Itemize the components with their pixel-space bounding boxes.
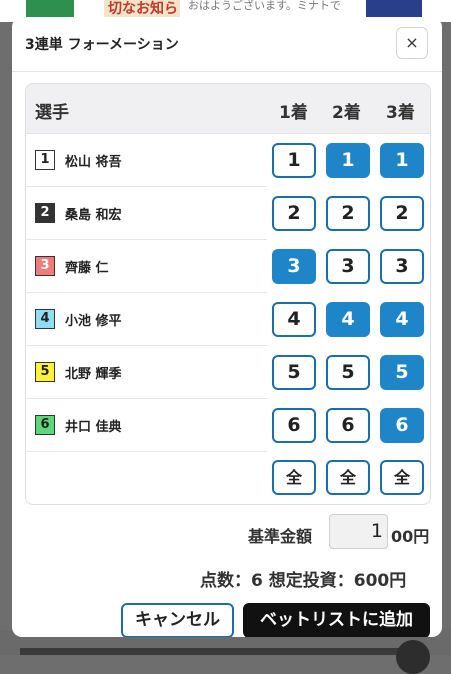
second-place-toggle[interactable]: 1 — [326, 143, 370, 178]
boat-number-badge: 2 — [35, 203, 55, 223]
base-amount-row: 基準金額 1 00円 — [12, 514, 442, 550]
add-to-bet-list-button[interactable]: ベットリストに追加 — [243, 603, 430, 637]
second-place-toggle[interactable]: 5 — [326, 355, 370, 390]
third-place-toggle[interactable]: 1 — [380, 143, 424, 178]
first-place-toggle[interactable]: 3 — [272, 249, 316, 284]
third-place-toggle[interactable]: 5 — [380, 355, 424, 390]
first-place-toggle[interactable]: 6 — [272, 408, 316, 443]
third-place-toggle[interactable]: 2 — [380, 196, 424, 231]
third-place-toggle[interactable]: 6 — [380, 408, 424, 443]
player-name: 井口 佳典 — [65, 420, 122, 435]
boat-number-badge: 3 — [35, 256, 55, 276]
third-place-toggle[interactable]: 4 — [380, 302, 424, 337]
player-name: 齊藤 仁 — [65, 261, 109, 276]
first-place-toggle[interactable]: 2 — [272, 196, 316, 231]
formation-modal: 3連単 フォーメーション × 選手 1着 2着 3着 1 松山 将吾 1 1 1 2 桑島 … — [12, 17, 442, 637]
third-place-toggle[interactable]: 3 — [380, 249, 424, 284]
boat-number-badge: 6 — [35, 415, 55, 435]
player-name: 小池 修平 — [65, 314, 122, 329]
cancel-button[interactable]: キャンセル — [121, 603, 234, 637]
table-row: 6 井口 佳典 6 6 6 — [26, 399, 430, 452]
background-fab — [396, 640, 430, 674]
modal-header: 3連単 フォーメーション × — [12, 17, 442, 72]
modal-title: 3連単 フォーメーション — [25, 37, 179, 53]
first-place-toggle[interactable]: 4 — [272, 302, 316, 337]
second-place-toggle[interactable]: 6 — [326, 408, 370, 443]
player-name: 北野 輝季 — [65, 367, 122, 382]
header-player: 選手 — [35, 103, 69, 123]
table-row: 3 齊藤 仁333 — [26, 240, 430, 293]
select-all-third[interactable]: 全 — [380, 460, 424, 495]
table-row: 4 小池 修平 4 4 4 — [26, 293, 430, 346]
boat-number-badge: 1 — [35, 150, 55, 170]
boat-number-badge: 5 — [35, 362, 55, 382]
base-amount-label: 基準金額 — [248, 527, 313, 546]
select-all-second[interactable]: 全 — [326, 460, 370, 495]
first-place-toggle[interactable]: 1 — [272, 143, 316, 178]
table-row: 2 桑島 和宏 2 2 2 — [26, 187, 430, 240]
background-strip — [20, 648, 400, 655]
player-name: 松山 将吾 — [65, 155, 122, 170]
table-row: 5 北野 輝季 5 5 5 — [26, 346, 430, 399]
table-row-all: 全 全 全 — [26, 451, 430, 504]
close-button[interactable]: × — [396, 27, 428, 59]
first-place-toggle[interactable]: 5 — [272, 355, 316, 390]
table-row: 1 松山 将吾 1 1 1 — [26, 134, 430, 187]
second-place-toggle[interactable]: 2 — [326, 196, 370, 231]
second-place-toggle[interactable]: 4 — [326, 302, 370, 337]
second-place-toggle[interactable]: 3 — [326, 249, 370, 284]
boat-number-badge: 4 — [35, 309, 55, 329]
select-all-first[interactable]: 全 — [272, 460, 316, 495]
formation-table: 選手 1着 2着 3着 1 松山 将吾 1 1 1 2 桑島 和宏 2 2 2 3 齊藤 仁3334小… — [25, 83, 431, 505]
base-amount-input[interactable]: 1 — [329, 514, 388, 549]
table-header: 選手 1着 2着 3着 — [26, 84, 430, 134]
header-first: 1着 — [279, 103, 308, 123]
player-name: 桑島 和宏 — [65, 208, 122, 223]
header-third: 3着 — [386, 103, 415, 123]
bet-summary: 点数：6 想定投資：600円 — [200, 571, 407, 591]
base-amount-unit: 00円 — [391, 527, 430, 546]
header-second: 2着 — [332, 103, 361, 123]
close-icon: × — [405, 33, 419, 52]
